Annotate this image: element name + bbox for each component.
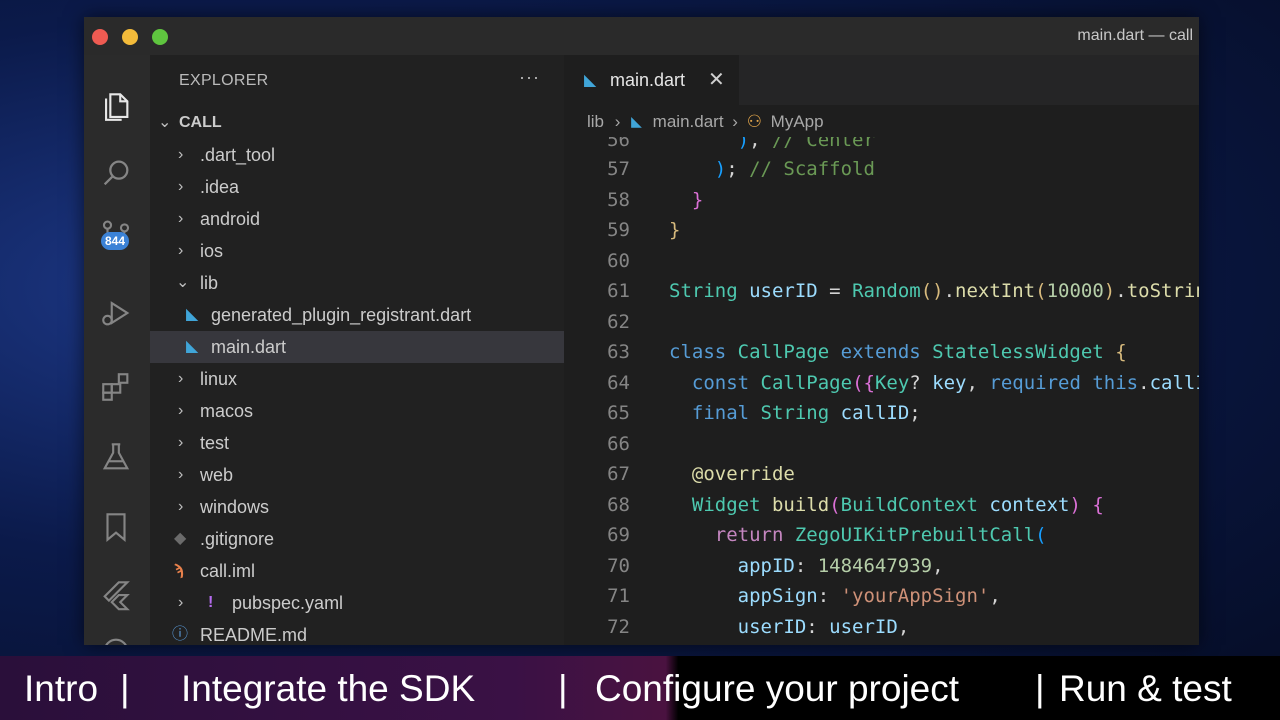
code-line: 69 return ZegoUIKitPrebuiltCall(	[607, 524, 1047, 546]
tree-item-gitignore[interactable]: ◆ .gitignore	[150, 523, 564, 555]
breadcrumb-symbol[interactable]: MyApp	[771, 112, 824, 132]
tab-main-dart[interactable]: ◣ main.dart ✕	[564, 55, 739, 105]
chapter-intro[interactable]: Intro	[24, 668, 98, 710]
testing-icon[interactable]	[96, 437, 136, 477]
chevron-right-icon: ›	[732, 111, 738, 131]
chapter-separator: |	[1035, 668, 1045, 709]
code-line: 71 appSign: 'yourAppSign',	[607, 585, 1001, 607]
chapter-separator: |	[120, 668, 130, 709]
rss-file-icon: ϡ	[174, 562, 184, 579]
code-line: 57 ); // Scaffold	[607, 158, 875, 180]
info-file-icon: ⓘ	[172, 626, 189, 643]
tab-bar: ◣ main.dart ✕	[564, 55, 1199, 105]
code-line: 65 final String callID;	[607, 402, 921, 424]
tree-item-macos[interactable]: › macos	[150, 395, 564, 427]
tree-item-web[interactable]: › web	[150, 459, 564, 491]
chevron-right-icon: ›	[178, 242, 184, 259]
project-root[interactable]: ⌄ CALL	[150, 107, 564, 139]
chevron-down-icon: ⌄	[158, 114, 172, 131]
chevron-right-icon: ›	[178, 402, 184, 419]
code-editor: ◣ main.dart ✕ lib › ◣ main.dart › ⚇ MyAp…	[564, 55, 1199, 645]
chapter-configure-project[interactable]: Configure your project	[595, 668, 959, 710]
remote-icon[interactable]	[96, 631, 136, 645]
tree-item-windows[interactable]: › windows	[150, 491, 564, 523]
close-window-button[interactable]	[92, 29, 108, 45]
code-line: 70 appID: 1484647939,	[607, 555, 944, 577]
code-line: 58 }	[607, 189, 704, 211]
chevron-down-icon: ⌄	[176, 274, 190, 291]
code-line: 56 ), // Center	[607, 137, 875, 151]
tree-item-generated-plugin-registrant[interactable]: ◣ generated_plugin_registrant.dart	[150, 299, 564, 331]
chevron-right-icon: ›	[178, 594, 184, 611]
code-area[interactable]: 56 ), // Center 57 ); // Scaffold 58 } 5…	[564, 137, 1199, 645]
extensions-icon[interactable]	[96, 367, 136, 407]
search-icon[interactable]	[96, 153, 136, 193]
activity-bar: 844	[84, 55, 150, 645]
tree-item-readme[interactable]: ⓘ README.md	[150, 619, 564, 645]
dart-file-icon: ◣	[186, 306, 199, 323]
code-line: 66	[607, 433, 630, 455]
breadcrumb-file[interactable]: main.dart	[653, 112, 724, 132]
code-line: 72 userID: userID,	[607, 616, 910, 638]
tree-item-ios[interactable]: › ios	[150, 235, 564, 267]
close-tab-icon[interactable]: ✕	[708, 67, 725, 92]
tree-item-linux[interactable]: › linux	[150, 363, 564, 395]
window-title: main.dart — call	[1077, 27, 1193, 44]
chevron-right-icon: ›	[178, 146, 184, 163]
git-file-icon: ◆	[174, 530, 187, 547]
explorer-sidebar: EXPLORER ··· ⌄ CALL › .dart_tool › .idea…	[150, 55, 564, 645]
chevron-right-icon: ›	[178, 434, 184, 451]
code-line: 67 @override	[607, 463, 795, 485]
code-line: 63 class CallPage extends StatelessWidget…	[607, 341, 1127, 363]
maximize-window-button[interactable]	[152, 29, 168, 45]
class-symbol-icon: ⚇	[746, 111, 762, 131]
dart-file-icon: ◣	[584, 72, 597, 89]
tree-item-android[interactable]: › android	[150, 203, 564, 235]
chapter-run-test[interactable]: Run & test	[1059, 668, 1232, 710]
breadcrumb-folder[interactable]: lib	[587, 112, 604, 132]
minimize-window-button[interactable]	[122, 29, 138, 45]
yaml-file-icon: !	[208, 594, 214, 611]
chevron-right-icon: ›	[178, 178, 184, 195]
code-line: 62	[607, 311, 630, 333]
chapter-separator: |	[558, 668, 568, 709]
tree-item-main-dart[interactable]: ◣ main.dart	[150, 331, 564, 363]
chapter-integrate-sdk[interactable]: Integrate the SDK	[181, 668, 475, 710]
chevron-right-icon: ›	[178, 370, 184, 387]
editor-window: main.dart — call 844 EXPLORER ··· ⌄ CALL…	[84, 17, 1199, 645]
dart-file-icon: ◣	[631, 113, 642, 130]
tree-item-call-iml[interactable]: ϡ call.iml	[150, 555, 564, 587]
code-line: 68 Widget build(BuildContext context) {	[607, 494, 1104, 516]
source-control-badge: 844	[101, 232, 130, 250]
title-bar: main.dart — call	[84, 17, 1199, 55]
tree-item-dart-tool[interactable]: › .dart_tool	[150, 139, 564, 171]
tree-item-lib[interactable]: ⌄ lib	[150, 267, 564, 299]
chevron-right-icon: ›	[178, 498, 184, 515]
tree-item-test[interactable]: › test	[150, 427, 564, 459]
tree-item-idea[interactable]: › .idea	[150, 171, 564, 203]
code-line: 59}	[607, 219, 681, 241]
chevron-right-icon: ›	[178, 466, 184, 483]
tree-item-pubspec[interactable]: › ! pubspec.yaml	[150, 587, 564, 619]
code-line: 61 String userID = Random().nextInt(10000…	[607, 280, 1199, 302]
code-line: 60	[607, 250, 630, 272]
breadcrumb: lib › ◣ main.dart › ⚇ MyApp	[587, 111, 824, 135]
bookmark-icon[interactable]	[96, 507, 136, 547]
chevron-right-icon: ›	[614, 111, 621, 131]
code-line: 64 const CallPage({Key? key, required th…	[607, 372, 1199, 394]
dart-file-icon: ◣	[186, 338, 199, 355]
more-actions-icon[interactable]: ···	[519, 67, 540, 88]
run-debug-icon[interactable]	[96, 293, 136, 333]
explorer-icon[interactable]	[96, 87, 136, 127]
explorer-title: EXPLORER	[179, 72, 269, 89]
chevron-right-icon: ›	[178, 210, 184, 227]
flutter-icon[interactable]	[96, 575, 136, 615]
